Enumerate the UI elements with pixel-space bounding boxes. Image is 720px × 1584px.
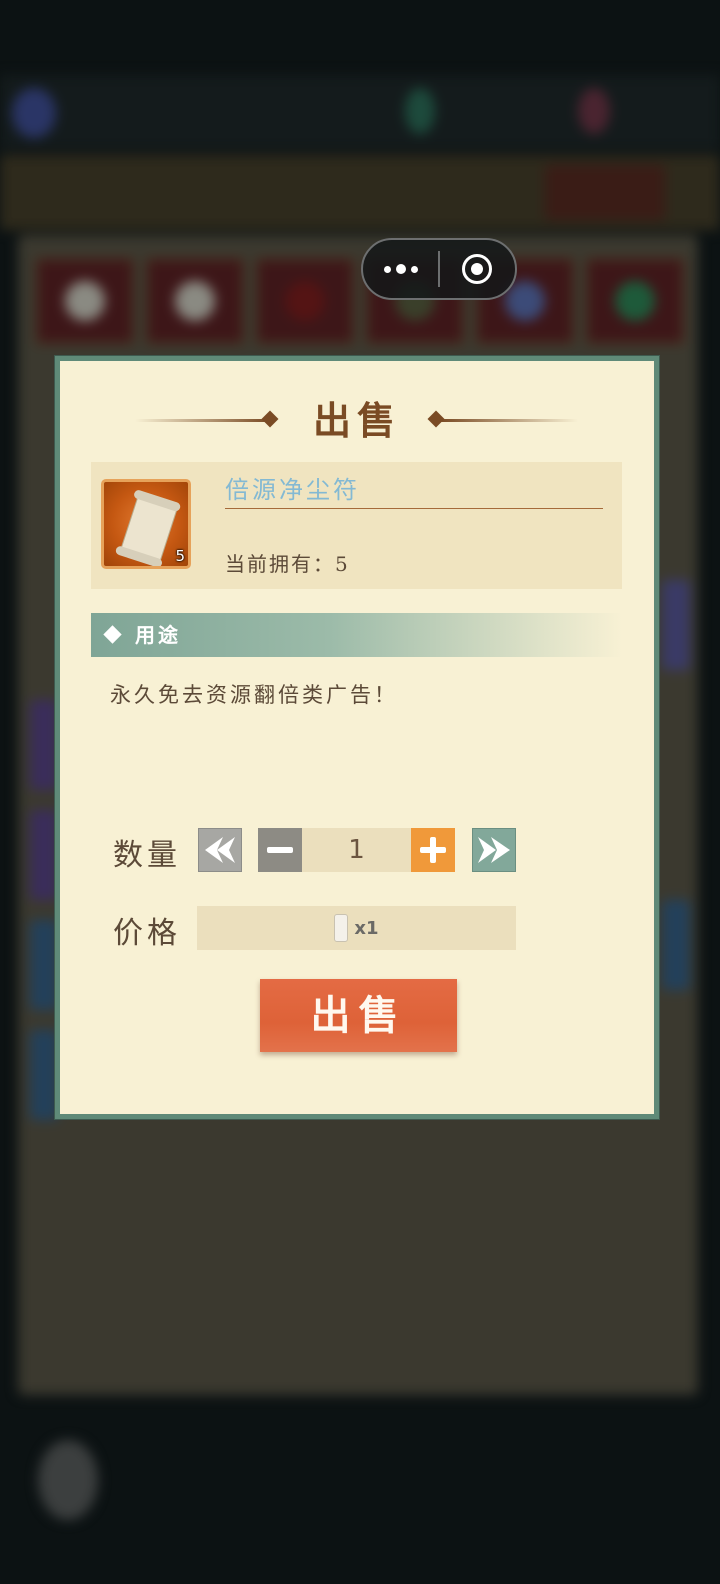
background-side-item — [30, 700, 58, 790]
dialog-header: 出售 — [60, 391, 654, 451]
background-currency-icon — [405, 88, 435, 134]
background-side-item — [662, 580, 690, 670]
usage-section-header: 用途 — [91, 613, 622, 657]
item-info-card: 5 倍源净尘符 当前拥有：5 — [91, 462, 622, 589]
more-dots-icon[interactable] — [363, 240, 438, 298]
title-divider-right — [440, 419, 578, 422]
quantity-value[interactable]: 1 — [302, 828, 411, 872]
quantity-label: 数量 — [113, 838, 181, 873]
item-scroll-icon[interactable]: 5 — [101, 479, 191, 569]
quantity-min-button[interactable] — [198, 828, 242, 872]
usage-label: 用途 — [135, 623, 181, 647]
price-amount: x1 — [354, 917, 379, 939]
background-top-bar — [0, 75, 720, 150]
background-currency-icon — [578, 88, 610, 134]
background-bottom-icon — [38, 1440, 98, 1520]
item-name: 倍源净尘符 — [225, 472, 603, 509]
item-count-badge: 5 — [175, 547, 185, 565]
background-side-item — [30, 810, 58, 900]
item-description: 永久免去资源翻倍类广告！ — [110, 683, 398, 707]
background-side-item — [662, 900, 690, 990]
owned-count: 当前拥有：5 — [225, 552, 350, 576]
price-label: 价格 — [113, 916, 181, 951]
diamond-bullet-icon — [103, 625, 122, 644]
quantity-max-button[interactable] — [472, 828, 516, 872]
background-avatar — [12, 88, 56, 138]
background-slot — [146, 258, 244, 344]
sell-button[interactable]: 出售 — [260, 979, 457, 1052]
background-banner-button — [545, 165, 665, 220]
target-close-icon[interactable] — [440, 240, 515, 298]
background-slot — [586, 258, 684, 344]
double-chevron-right-icon — [478, 837, 510, 863]
scroll-token-icon — [334, 914, 349, 942]
quantity-increment-button[interactable] — [411, 828, 455, 872]
price-display: x1 — [197, 906, 516, 950]
background-side-item — [30, 1030, 58, 1120]
double-chevron-left-icon — [205, 837, 235, 863]
background-slot — [36, 258, 134, 344]
quantity-decrement-button[interactable] — [258, 828, 302, 872]
background-side-item — [30, 920, 58, 1010]
minus-icon — [267, 847, 293, 853]
miniprogram-capsule — [361, 238, 517, 300]
sell-dialog: 出售 5 倍源净尘符 当前拥有：5 用途 永久免去资源翻倍类广告！ 数量 1 价… — [55, 356, 659, 1119]
background-slot — [256, 258, 354, 344]
